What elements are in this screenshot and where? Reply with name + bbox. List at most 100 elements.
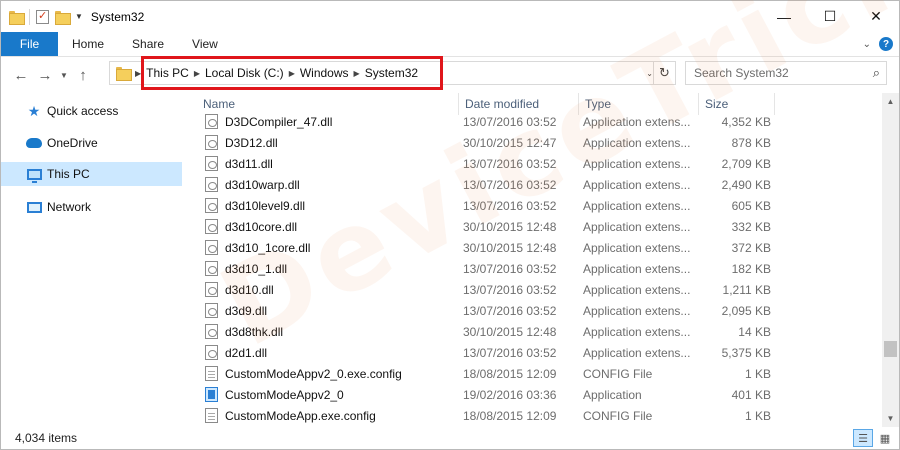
table-row[interactable]: D3D12.dll 30/10/2015 12:47 Application ext… xyxy=(197,132,887,153)
tab-home[interactable]: Home xyxy=(58,32,118,56)
dll-file-icon xyxy=(205,156,218,171)
ribbon-right-controls: ⌄ ? xyxy=(863,32,899,56)
scroll-down-icon[interactable]: ▼ xyxy=(882,410,899,427)
file-type: Application extens... xyxy=(583,303,691,318)
chevron-right-icon[interactable]: ▶ xyxy=(189,69,205,78)
file-type: Application extens... xyxy=(583,135,691,150)
file-type: Application extens... xyxy=(583,198,691,213)
table-row[interactable]: d3d10.dll 13/07/2016 03:52 Application ext… xyxy=(197,279,887,300)
expand-ribbon-icon[interactable]: ⌄ xyxy=(863,39,871,50)
file-type: Application xyxy=(583,387,642,402)
customize-toolbar-icon[interactable]: ▼ xyxy=(75,12,83,21)
file-name-cell: CustomModeAppv2_0 xyxy=(205,384,455,405)
file-name: CustomModeAppv2_0 xyxy=(225,387,344,402)
dll-file-icon xyxy=(205,198,218,213)
tab-view[interactable]: View xyxy=(178,32,232,56)
file-name: D3D12.dll xyxy=(225,135,278,150)
item-count: 4,034 items xyxy=(15,431,78,445)
file-name: CustomModeApp.exe.config xyxy=(225,408,376,423)
help-icon[interactable]: ? xyxy=(879,37,893,51)
file-name: D3DCompiler_47.dll xyxy=(225,114,333,129)
properties-icon[interactable] xyxy=(36,9,49,24)
file-list: Name Date modified Type Size D3DCompiler… xyxy=(183,93,899,427)
breadcrumb-this-pc[interactable]: This PC xyxy=(146,66,189,80)
table-row[interactable]: d3d10_1core.dll 30/10/2015 12:48 Applicati… xyxy=(197,237,887,258)
chevron-right-icon[interactable]: ▶ xyxy=(130,69,146,78)
table-row[interactable]: CustomModeAppv2_0 19/02/2016 03:36 Applica… xyxy=(197,384,887,405)
dll-file-icon xyxy=(205,282,218,297)
up-arrow-icon[interactable]: ↑ xyxy=(71,63,95,87)
table-row[interactable]: CustomModeAppv2_0.exe.config 18/08/2015 1… xyxy=(197,363,887,384)
file-name: d3d10core.dll xyxy=(225,219,298,234)
address-dropdown-icon[interactable]: ⌄ xyxy=(646,62,653,84)
file-date-modified: 18/08/2015 12:09 xyxy=(463,366,557,381)
file-name-cell: D3DCompiler_47.dll xyxy=(205,111,455,132)
file-name: d3d8thk.dll xyxy=(225,324,284,339)
file-name: d3d10level9.dll xyxy=(225,198,306,213)
cloud-icon xyxy=(25,135,43,151)
file-size: 401 KB xyxy=(731,387,771,402)
window-controls: — ☐ ✕ xyxy=(761,1,899,32)
tab-file[interactable]: File xyxy=(1,32,58,56)
sidebar-item-quick-access[interactable]: ★ Quick access xyxy=(1,99,182,123)
file-size: 372 KB xyxy=(731,240,771,255)
file-name-cell: d3d10.dll xyxy=(205,279,455,300)
table-row[interactable]: d2d1.dll 13/07/2016 03:52 Application exte… xyxy=(197,342,887,363)
table-row[interactable]: D3DCompiler_47.dll 13/07/2016 03:52 Applic… xyxy=(197,111,887,132)
file-name-cell: d3d10level9.dll xyxy=(205,195,455,216)
table-row[interactable]: d3d9.dll 13/07/2016 03:52 Application exte… xyxy=(197,300,887,321)
file-type: Application extens... xyxy=(583,156,691,171)
chevron-right-icon[interactable]: ▶ xyxy=(284,69,300,78)
table-row[interactable]: d3d10warp.dll 13/07/2016 03:52 Application… xyxy=(197,174,887,195)
star-icon: ★ xyxy=(27,102,41,119)
details-view-icon[interactable]: ☰ xyxy=(853,429,873,447)
refresh-icon[interactable]: ↻ xyxy=(653,62,675,84)
large-icons-view-icon[interactable]: ▦ xyxy=(875,429,895,447)
file-type: Application extens... xyxy=(583,240,691,255)
file-date-modified: 30/10/2015 12:48 xyxy=(463,324,557,339)
breadcrumb-local-disk[interactable]: Local Disk (C:) xyxy=(205,66,284,80)
tab-share[interactable]: Share xyxy=(118,32,178,56)
window-title: System32 xyxy=(90,9,145,24)
file-type: Application extens... xyxy=(583,345,691,360)
dll-file-icon xyxy=(205,240,218,255)
file-name-cell: d3d10_1.dll xyxy=(205,258,455,279)
search-icon[interactable]: ⌕ xyxy=(873,65,880,81)
back-arrow-icon[interactable]: ← xyxy=(9,63,33,87)
forward-arrow-icon[interactable]: → xyxy=(33,63,57,87)
table-row[interactable]: d3d11.dll 13/07/2016 03:52 Application ext… xyxy=(197,153,887,174)
table-row[interactable]: d3d10_1.dll 13/07/2016 03:52 Application e… xyxy=(197,258,887,279)
sidebar-item-onedrive[interactable]: OneDrive xyxy=(1,131,182,155)
recent-locations-icon[interactable]: ▼ xyxy=(57,63,71,87)
address-bar[interactable]: ▶ This PC ▶ Local Disk (C:) ▶ Windows ▶ … xyxy=(109,61,676,85)
file-date-modified: 18/08/2015 12:09 xyxy=(463,408,557,423)
sidebar-item-network[interactable]: Network xyxy=(1,195,182,219)
chevron-right-icon[interactable]: ▶ xyxy=(349,69,365,78)
scroll-up-icon[interactable]: ▲ xyxy=(882,93,899,110)
file-date-modified: 13/07/2016 03:52 xyxy=(463,177,557,192)
table-row[interactable]: CustomModeApp.exe.config 18/08/2015 12:09… xyxy=(197,405,887,426)
breadcrumb-system32[interactable]: System32 xyxy=(365,66,418,80)
scrollbar-thumb[interactable] xyxy=(884,341,897,357)
application-icon xyxy=(205,387,218,402)
file-date-modified: 13/07/2016 03:52 xyxy=(463,303,557,318)
table-row[interactable]: d3d10level9.dll 13/07/2016 03:52 Applicati… xyxy=(197,195,887,216)
table-row[interactable]: d3d10core.dll 30/10/2015 12:48 Application… xyxy=(197,216,887,237)
maximize-button[interactable]: ☐ xyxy=(807,1,853,32)
search-input[interactable] xyxy=(694,66,864,80)
search-box[interactable]: ⌕ xyxy=(685,61,887,85)
dll-file-icon xyxy=(205,324,218,339)
breadcrumb-windows[interactable]: Windows xyxy=(300,66,349,80)
file-date-modified: 30/10/2015 12:48 xyxy=(463,240,557,255)
file-size: 1,211 KB xyxy=(722,282,771,297)
vertical-scrollbar[interactable]: ▲ ▼ xyxy=(882,93,899,427)
title-bar: ▼ System32 — ☐ ✕ xyxy=(1,1,899,32)
file-name: d3d10warp.dll xyxy=(225,177,300,192)
file-date-modified: 13/07/2016 03:52 xyxy=(463,156,557,171)
file-size: 182 KB xyxy=(731,261,771,276)
table-row[interactable]: d3d8thk.dll 30/10/2015 12:48 Application e… xyxy=(197,321,887,342)
new-folder-icon[interactable] xyxy=(55,10,71,25)
minimize-button[interactable]: — xyxy=(761,1,807,32)
close-button[interactable]: ✕ xyxy=(853,1,899,32)
sidebar-item-this-pc[interactable]: This PC xyxy=(1,162,182,186)
